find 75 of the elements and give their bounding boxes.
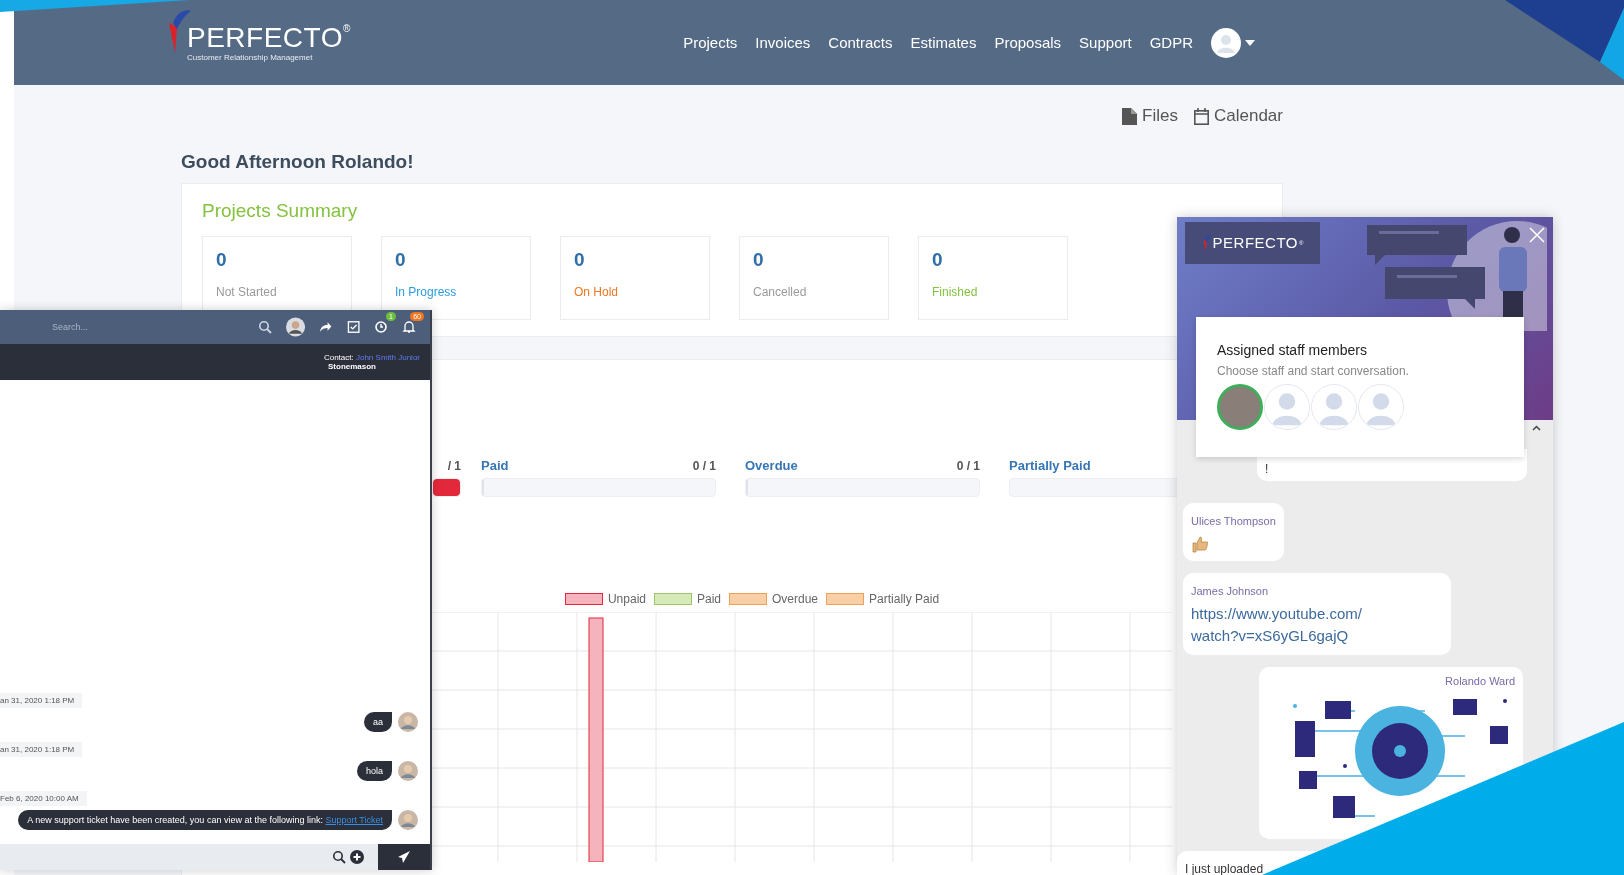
nav-link[interactable]: Contracts xyxy=(828,34,893,51)
file-icon xyxy=(1122,107,1138,125)
progress-count: 0 / 1 xyxy=(956,459,980,473)
message-bubble: A new support ticket have been created, you can view at the following link: Support Ticket xyxy=(18,810,392,830)
message-bubble: aa xyxy=(364,712,392,732)
status-count: 0 xyxy=(395,249,407,271)
status-label: In Progress xyxy=(395,285,458,299)
progress-count: 0 / 1 xyxy=(692,459,716,473)
thumbs-up-icon xyxy=(1191,535,1209,553)
nav-link[interactable]: Projects xyxy=(683,34,738,51)
logo-mark-icon xyxy=(1201,233,1212,253)
date-label: an 31, 2020 1:18 PM xyxy=(0,742,83,757)
search-icon[interactable] xyxy=(332,850,346,864)
status-label: Finished xyxy=(932,285,979,299)
nav-link[interactable]: Support xyxy=(1079,34,1132,51)
legend-label: Paid xyxy=(696,592,721,606)
add-icon[interactable] xyxy=(350,850,364,864)
status-label: Not Started xyxy=(216,285,278,299)
share-icon[interactable] xyxy=(319,320,333,334)
video-link[interactable]: https://www.youtube.com/watch?v=xS6yGL6gajQ xyxy=(1191,603,1362,647)
caret-icon[interactable] xyxy=(1245,39,1255,46)
nav-link[interactable]: Estimates xyxy=(910,34,977,51)
status-count: 0 xyxy=(932,249,944,271)
send-icon xyxy=(397,850,411,864)
staff-avatar[interactable] xyxy=(1217,384,1263,430)
search-field[interactable]: Search... xyxy=(50,321,245,333)
calendar-icon xyxy=(1194,107,1209,125)
quick-link[interactable]: Calendar xyxy=(1194,105,1283,127)
legend-label: Unpaid xyxy=(607,592,646,606)
message-author: Rolando Ward xyxy=(1445,675,1515,687)
message-author: James Johnson xyxy=(1191,585,1269,597)
user-avatar-icon[interactable] xyxy=(286,317,306,337)
date-label: Feb 6, 2020 10:00 AM xyxy=(0,791,87,806)
registered-mark: ® xyxy=(342,23,351,34)
close-icon[interactable] xyxy=(1529,227,1545,243)
status-count: 0 xyxy=(574,249,586,271)
progress-label: Partially Paid xyxy=(1009,458,1091,473)
checkbox-icon[interactable] xyxy=(346,320,360,334)
logo-name: PERFECTO xyxy=(187,23,343,53)
date-label: an 31, 2020 1:18 PM xyxy=(0,693,83,708)
contact-line: Contact: John Smith Junior xyxy=(323,353,420,362)
message-bubble: hola xyxy=(357,761,392,781)
user-avatar-icon xyxy=(398,712,418,732)
progress-label: Overdue xyxy=(745,458,798,473)
quick-link[interactable]: Files xyxy=(1122,105,1178,127)
status-label: Cancelled xyxy=(753,285,808,299)
ticket-link[interactable]: Support Ticket xyxy=(325,815,383,825)
message-text: ! xyxy=(1265,462,1269,476)
message-text: I just uploaded xyxy=(1185,862,1264,875)
legend-label: Overdue xyxy=(772,592,819,606)
staff-title: Assigned staff members xyxy=(1217,342,1368,358)
clock-icon[interactable] xyxy=(374,320,388,334)
contact-link[interactable]: John Smith Junior xyxy=(355,353,420,362)
section-title: Projects Summary xyxy=(202,200,359,222)
logo-tagline: Customer Relationship Managemet xyxy=(187,53,314,62)
message-author: Ulices Thompson xyxy=(1191,515,1276,527)
progress-label: Paid xyxy=(481,458,509,473)
user-avatar-icon xyxy=(398,810,418,830)
scroll-up-icon[interactable] xyxy=(1532,425,1541,431)
logo-name: PERFECTO xyxy=(1212,235,1298,251)
user-avatar-icon xyxy=(398,761,418,781)
status-count: 0 xyxy=(216,249,228,271)
staff-subtitle: Choose staff and start conversation. xyxy=(1217,364,1410,378)
nav-link[interactable]: Invoices xyxy=(755,34,811,51)
send-button[interactable] xyxy=(378,844,430,870)
status-label: On Hold xyxy=(574,285,620,299)
legend-label: Partially Paid xyxy=(869,592,940,606)
progress-count: / 1 xyxy=(447,459,461,473)
bell-icon[interactable] xyxy=(402,320,416,334)
greeting: Good Afternoon Rolando! xyxy=(181,151,415,173)
nav-link[interactable]: Proposals xyxy=(994,34,1062,51)
contact-role: Stonemason xyxy=(328,362,377,371)
nav-link[interactable]: GDPR xyxy=(1149,34,1193,51)
avatar-icon[interactable] xyxy=(1211,27,1241,58)
status-count: 0 xyxy=(753,249,765,271)
